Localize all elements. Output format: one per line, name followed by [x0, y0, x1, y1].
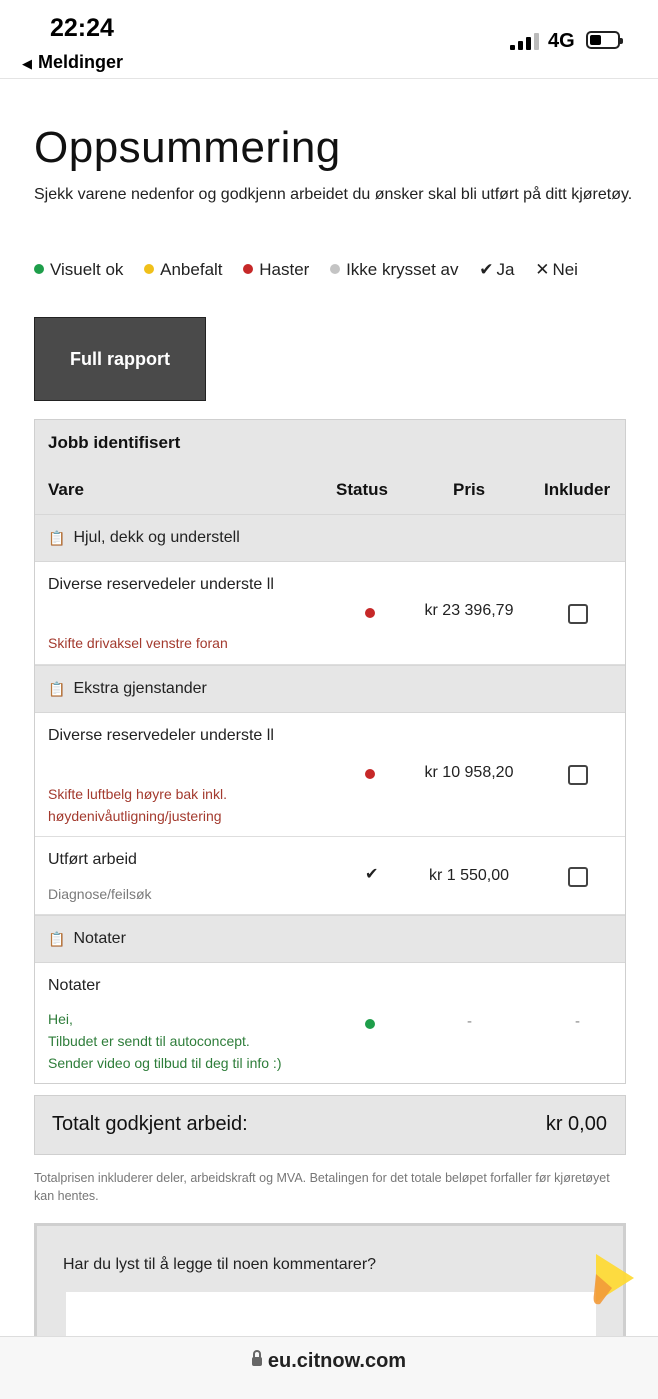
- check-icon: ✔: [479, 260, 494, 279]
- page-content: Oppsummering Sjekk varene nedenfor og go…: [0, 79, 658, 1336]
- url-text: eu.citnow.com: [267, 1350, 407, 1372]
- total-approved-box: Totalt godkjent arbeid: kr 0,00: [34, 1095, 626, 1155]
- signal-icon: [510, 32, 542, 50]
- include-checkbox[interactable]: [568, 604, 588, 624]
- column-header-status: Status: [336, 480, 388, 499]
- note-line: Hei,: [48, 1011, 73, 1027]
- job-table: Jobb identifisert Vare Status Pris Inklu…: [34, 419, 626, 1084]
- table-title: Jobb identifisert: [35, 420, 625, 466]
- item-name: Diverse reservedeler underste ll: [48, 727, 274, 744]
- item-detail: Skifte drivaksel venstre foran: [48, 635, 228, 651]
- price-placeholder: -: [467, 1013, 472, 1030]
- page-title: Oppsummering: [34, 123, 341, 172]
- comment-textarea[interactable]: [66, 1292, 596, 1336]
- network-type: 4G: [548, 30, 575, 52]
- clipboard-icon: 📋: [48, 680, 66, 697]
- legend-item-haster: Haster: [243, 260, 309, 280]
- category-row: 📋 Hjul, dekk og understell: [35, 514, 625, 562]
- include-placeholder: -: [575, 1013, 580, 1030]
- urgent-status-icon: [365, 769, 375, 779]
- check-icon: ✔: [365, 866, 379, 883]
- full-report-button[interactable]: Full rapport: [34, 317, 206, 401]
- legend-item-anbefalt: Anbefalt: [144, 260, 223, 280]
- lock-icon: [251, 1350, 262, 1366]
- comment-section: Har du lyst til å legge til noen komment…: [34, 1223, 626, 1336]
- column-header-vare: Vare: [48, 480, 84, 499]
- clock: 22:24: [50, 14, 114, 42]
- back-label: Meldinger: [38, 52, 124, 72]
- category-row: 📋 Ekstra gjenstander: [35, 665, 625, 713]
- clipboard-icon: 📋: [48, 930, 66, 947]
- back-arrow-icon: ◀: [22, 56, 32, 71]
- battery-icon: [586, 31, 623, 49]
- item-name: Diverse reservedeler underste ll: [48, 576, 274, 593]
- price-footnote: Totalprisen inkluderer deler, arbeidskra…: [34, 1171, 610, 1203]
- status-legend: Visuelt ok Anbefalt Haster Ikke krysset …: [34, 260, 578, 280]
- item-price: kr 10 958,20: [424, 764, 514, 781]
- table-row: Diverse reservedeler underste ll Skifte …: [35, 562, 625, 665]
- browser-url-bar[interactable]: eu.citnow.com: [0, 1336, 658, 1399]
- column-header-pris: Pris: [453, 480, 486, 499]
- include-checkbox[interactable]: [568, 765, 588, 785]
- yellow-dot-icon: [144, 263, 155, 274]
- legend-item-nei: ✕ Nei: [535, 260, 578, 279]
- item-price: kr 23 396,79: [424, 602, 514, 619]
- comment-prompt: Har du lyst til å legge til noen komment…: [63, 1256, 377, 1273]
- green-dot-icon: [34, 263, 44, 274]
- legend-item-visuelt-ok: Visuelt ok: [34, 260, 123, 280]
- intro-text: Sjekk varene nedenfor og godkjenn arbeid…: [34, 186, 633, 203]
- item-name: Utført arbeid: [48, 851, 137, 868]
- table-row: Notater Hei, Tilbudet er sendt til autoc…: [35, 963, 625, 1083]
- total-label: Totalt godkjent arbeid:: [52, 1113, 248, 1135]
- back-to-app-link[interactable]: ◀ Meldinger: [22, 52, 123, 73]
- urgent-status-icon: [365, 608, 375, 618]
- item-detail: Skifte luftbelg høyre bak inkl. høydeniv…: [48, 786, 227, 824]
- grey-dot-icon: [330, 263, 341, 274]
- item-detail: Diagnose/feilsøk: [48, 886, 152, 902]
- table-header-row: Vare Status Pris Inkluder: [35, 466, 625, 514]
- table-row: Diverse reservedeler underste ll Skifte …: [35, 713, 625, 837]
- cross-icon: ✕: [535, 260, 550, 279]
- status-bar: 22:24 ◀ Meldinger 4G: [0, 0, 658, 79]
- ok-status-icon: [365, 1019, 375, 1029]
- item-price: kr 1 550,00: [428, 867, 510, 884]
- red-dot-icon: [243, 263, 254, 274]
- legend-item-ikke-krysset-av: Ikke krysset av: [330, 260, 459, 280]
- chat-widget-icon[interactable]: [580, 1244, 640, 1314]
- note-line: Sender video og tilbud til deg til info …: [48, 1055, 282, 1071]
- table-row: Utført arbeid Diagnose/feilsøk ✔ kr 1 55…: [35, 837, 625, 915]
- clipboard-icon: 📋: [48, 529, 66, 546]
- column-header-inkluder: Inkluder: [544, 480, 611, 499]
- note-line: Tilbudet er sendt til autoconcept.: [48, 1033, 250, 1049]
- legend-item-ja: ✔ Ja: [479, 260, 515, 279]
- include-checkbox[interactable]: [568, 867, 588, 887]
- category-row: 📋 Notater: [35, 915, 625, 963]
- item-name: Notater: [48, 977, 101, 994]
- total-value: kr 0,00: [545, 1113, 607, 1135]
